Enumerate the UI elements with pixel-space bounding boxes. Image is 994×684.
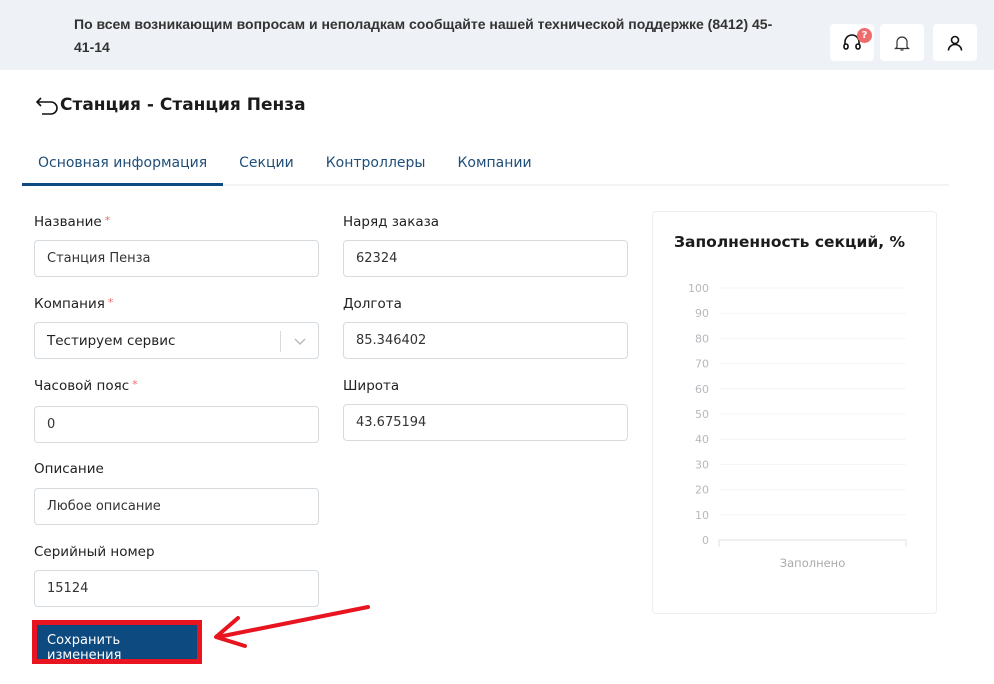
timezone-label: Часовой пояс	[34, 378, 130, 394]
bell-icon	[894, 35, 910, 51]
support-button[interactable]: ?	[830, 24, 874, 61]
save-button-label: Сохранить изменения	[47, 633, 122, 663]
y-tick-label: 70	[695, 358, 709, 371]
y-tick-label: 100	[688, 282, 709, 295]
chart: 0 10 20 30 40 50 60 70 80 90 100 Заполнено	[688, 282, 907, 570]
x-axis	[718, 539, 907, 547]
save-button[interactable]: Сохранить изменения	[32, 620, 202, 664]
latitude-input[interactable]: 43.675194	[343, 404, 628, 441]
notifications-button[interactable]	[880, 24, 924, 61]
y-tick-label: 50	[695, 408, 709, 421]
y-tick-label: 30	[695, 458, 709, 471]
required-mark: *	[107, 296, 114, 309]
order-input[interactable]: 62324	[343, 240, 628, 277]
tab-bar: Основная информация Секции Контроллеры К…	[22, 145, 949, 186]
order-label: Наряд заказа	[343, 214, 440, 230]
latitude-label: Широта	[343, 378, 400, 394]
y-tick-label: 80	[695, 332, 709, 345]
y-tick-label: 90	[695, 307, 709, 320]
longitude-input[interactable]: 85.346402	[343, 322, 628, 359]
company-field: Компания * Тестируем сервис	[34, 296, 319, 359]
timezone-input[interactable]: 0	[34, 406, 319, 443]
top-bar: По всем возникающим вопросам и неполадка…	[0, 0, 994, 70]
name-field: Название * Станция Пенза	[34, 214, 319, 277]
profile-button[interactable]	[933, 24, 977, 61]
page-title-text: Станция - Станция Пенза	[60, 95, 306, 115]
name-input[interactable]: Станция Пенза	[34, 240, 319, 277]
support-badge: ?	[857, 28, 872, 43]
serial-label: Серийный номер	[34, 544, 155, 560]
serial-field: Серийный номер 15124	[34, 544, 319, 607]
name-label: Название	[34, 214, 102, 230]
y-tick-label: 60	[695, 383, 709, 396]
description-label: Описание	[34, 461, 104, 477]
chart-card: Заполненность секций, % 0 10 20 30 40 50 60 70 8…	[652, 211, 937, 614]
description-field: Описание Любое описание	[34, 461, 319, 525]
required-mark: *	[104, 214, 111, 227]
user-icon	[947, 35, 963, 51]
company-select[interactable]: Тестируем сервис	[34, 322, 319, 359]
required-mark: *	[132, 378, 138, 391]
y-tick-label: 20	[695, 484, 709, 497]
y-tick-label: 0	[702, 534, 709, 547]
longitude-field: Долгота 85.346402	[343, 296, 628, 359]
y-tick-label: 10	[695, 509, 709, 522]
y-tick-label: 40	[695, 433, 709, 446]
description-input[interactable]: Любое описание	[34, 488, 319, 525]
back-arrow-icon[interactable]	[34, 94, 60, 116]
order-field: Наряд заказа 62324	[343, 214, 628, 277]
tab-controllers[interactable]: Контроллеры	[310, 145, 442, 186]
annotation-arrow	[214, 605, 370, 648]
latitude-field: Широта 43.675194	[343, 378, 628, 441]
x-tick-label: Заполнено	[780, 556, 845, 570]
support-notice: По всем возникающим вопросам и неполадка…	[74, 16, 773, 55]
timezone-field: Часовой пояс * 0	[34, 378, 319, 443]
company-value: Тестируем сервис	[47, 332, 176, 349]
longitude-label: Долгота	[343, 296, 402, 312]
tab-main-info[interactable]: Основная информация	[22, 145, 224, 186]
chevron-down-icon[interactable]	[280, 331, 318, 352]
page-title: Станция - Станция Пенза	[34, 94, 306, 116]
tab-sections[interactable]: Секции	[223, 145, 310, 186]
company-label: Компания	[34, 296, 105, 312]
tab-companies[interactable]: Компании	[441, 145, 547, 186]
